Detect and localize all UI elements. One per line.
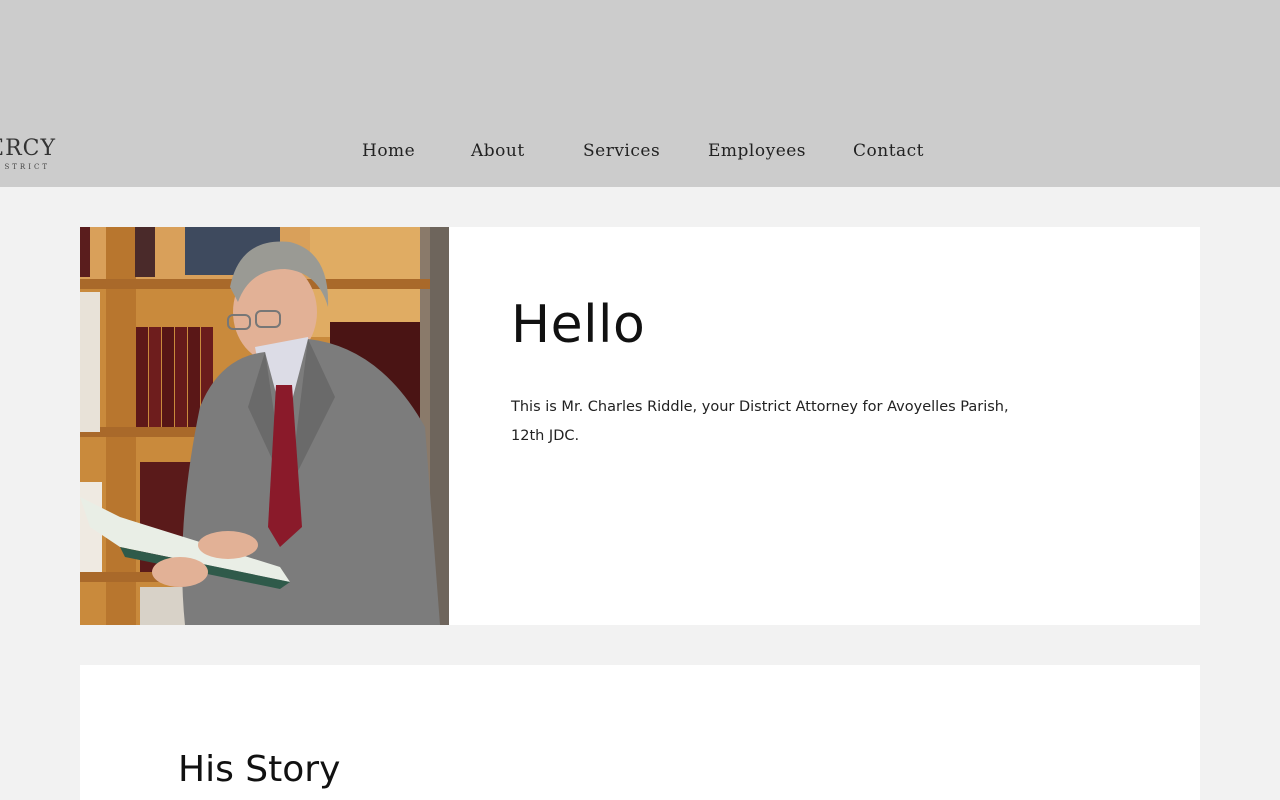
site-header: ERCY STRICT Home About Services Employee…	[0, 0, 1280, 187]
hello-card: Hello This is Mr. Charles Riddle, your D…	[80, 227, 1200, 625]
nav-item-home[interactable]: Home	[362, 141, 415, 161]
story-card: His Story	[80, 665, 1200, 800]
hello-text: This is Mr. Charles Riddle, your Distric…	[511, 399, 1009, 444]
page: ERCY STRICT Home About Services Employee…	[0, 0, 1280, 800]
hello-title: Hello	[511, 295, 646, 355]
attorney-photo	[80, 227, 449, 625]
main-nav: Home About Services Employees Contact	[0, 141, 1280, 169]
nav-item-about[interactable]: About	[471, 141, 525, 161]
nav-item-services[interactable]: Services	[583, 141, 660, 161]
nav-item-employees[interactable]: Employees	[708, 141, 806, 161]
story-title: His Story	[178, 749, 341, 790]
nav-item-contact[interactable]: Contact	[853, 141, 924, 161]
